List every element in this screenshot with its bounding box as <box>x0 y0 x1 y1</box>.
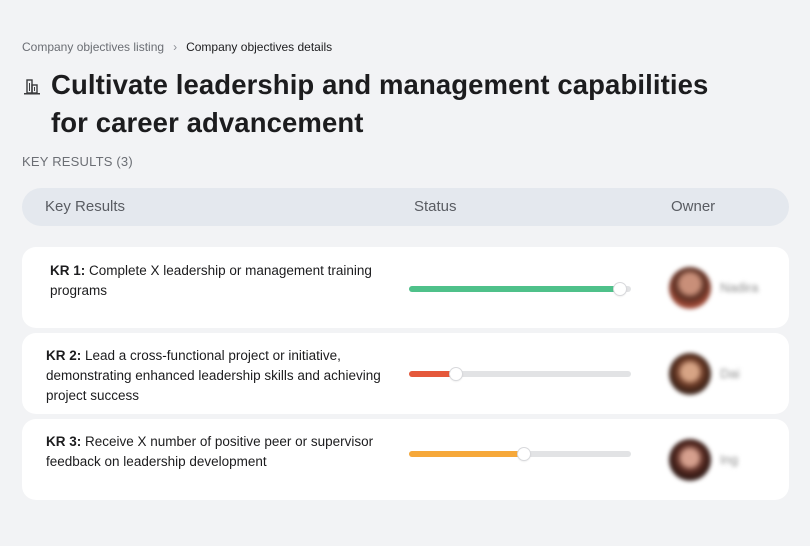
key-result-row[interactable]: KR 3: Receive X number of positive peer … <box>22 419 789 500</box>
avatar <box>669 439 711 481</box>
objective-header: Cultivate leadership and management capa… <box>22 66 751 142</box>
key-result-text: Lead a cross-functional project or initi… <box>46 348 381 403</box>
key-result-text: Receive X number of positive peer or sup… <box>46 434 374 469</box>
progress-bar <box>409 283 631 295</box>
progress-handle[interactable] <box>449 368 462 380</box>
breadcrumb-current: Company objectives details <box>186 40 333 54</box>
progress-handle[interactable] <box>518 448 531 460</box>
avatar <box>669 267 711 309</box>
avatar <box>669 353 711 395</box>
key-result-id: KR 2: <box>46 348 82 363</box>
progress-fill <box>409 286 620 292</box>
progress-bar <box>409 448 631 460</box>
breadcrumb-link-listing[interactable]: Company objectives listing <box>22 40 164 54</box>
owner-name: Nadira <box>720 280 759 295</box>
key-result-id: KR 1: <box>50 263 86 278</box>
column-header-status: Status <box>414 198 457 215</box>
key-result-id: KR 3: <box>46 434 82 449</box>
key-result-row[interactable]: KR 2: Lead a cross-functional project or… <box>22 333 789 414</box>
progress-handle[interactable] <box>613 283 626 295</box>
column-header-owner: Owner <box>671 198 716 215</box>
progress-fill <box>409 371 456 377</box>
chevron-right-icon: › <box>173 40 178 54</box>
key-result-description: KR 2: Lead a cross-functional project or… <box>46 346 391 406</box>
key-result-row[interactable]: KR 1: Complete X leadership or managemen… <box>22 247 789 328</box>
owner-name: Dai <box>720 366 740 381</box>
key-result-text: Complete X leadership or management trai… <box>50 263 372 298</box>
owner-name: Ing <box>720 452 739 467</box>
page-title: Cultivate leadership and management capa… <box>51 69 709 138</box>
table-header: Key Results Status Owner <box>22 188 789 226</box>
progress-bar <box>409 368 631 380</box>
column-header-key-results: Key Results <box>45 198 126 215</box>
key-result-description: KR 3: Receive X number of positive peer … <box>46 432 391 472</box>
breadcrumb: Company objectives listing › Company obj… <box>22 40 332 54</box>
key-result-description: KR 1: Complete X leadership or managemen… <box>50 261 395 301</box>
progress-fill <box>409 451 525 457</box>
key-results-count: KEY RESULTS (3) <box>22 154 133 169</box>
building-icon <box>22 76 42 96</box>
